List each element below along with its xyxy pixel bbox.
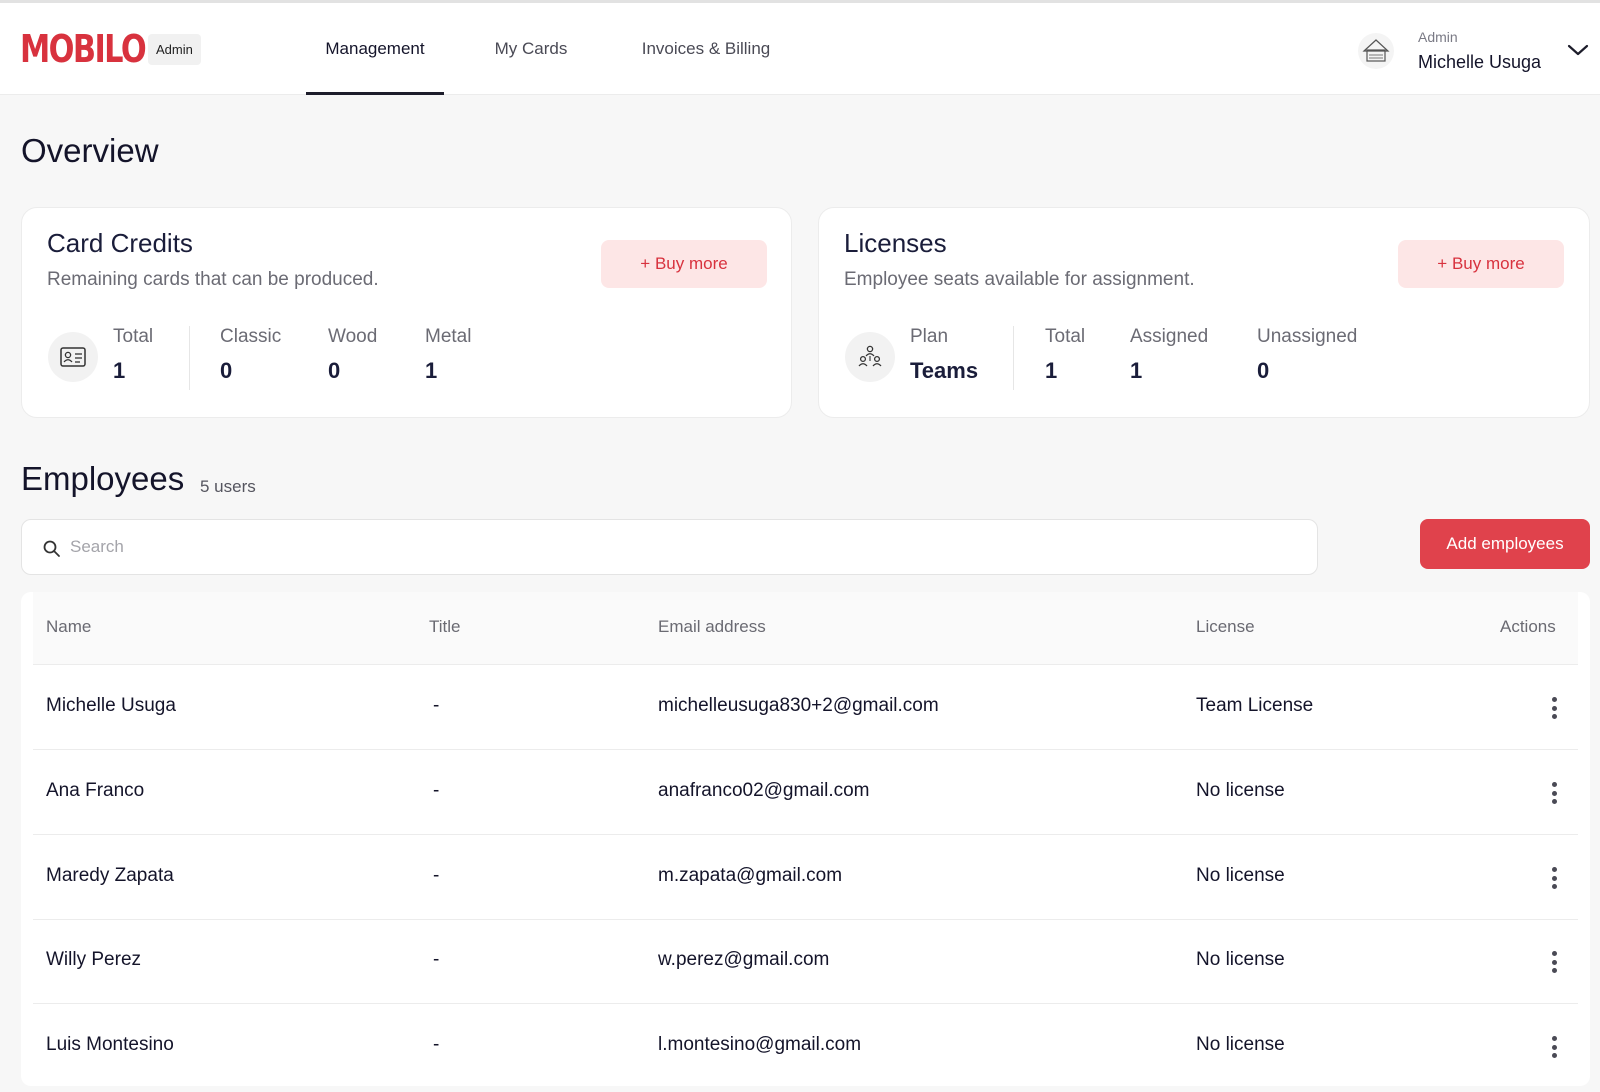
user-name[interactable]: Michelle Usuga [1418, 52, 1541, 73]
admin-badge: Admin [148, 34, 201, 65]
stat-license-total: Total 1 [1045, 326, 1085, 384]
table-row[interactable]: Michelle Usuga - michelleusuga830+2@gmai… [33, 665, 1578, 750]
stat-plan-label: Plan [910, 326, 949, 347]
stat-total-label: Total [113, 326, 154, 347]
search-box [21, 519, 1318, 575]
employee-license: Team License [1196, 695, 1314, 716]
tab-management[interactable]: Management [306, 3, 444, 95]
employees-table: Name Title Email address License Actions… [21, 592, 1590, 1086]
card-credits-subtitle: Remaining cards that can be produced. [47, 269, 379, 290]
employee-name: Michelle Usuga [46, 695, 176, 716]
tab-my-cards[interactable]: My Cards [482, 3, 580, 95]
stat-divider [189, 326, 190, 390]
stat-total-value: 1 [113, 358, 126, 383]
stat-assigned-value: 1 [1130, 358, 1143, 383]
mobilo-logo[interactable]: MOBILO [20, 27, 147, 71]
stat-wood: Wood 0 [328, 326, 377, 384]
employees-title: Employees [21, 460, 185, 497]
employee-name: Willy Perez [46, 949, 142, 970]
column-header-actions: Actions [1500, 617, 1556, 636]
card-credits-panel: Card Credits Remaining cards that can be… [21, 207, 792, 418]
stat-classic-label: Classic [220, 326, 282, 347]
table-row[interactable]: Maredy Zapata - m.zapata@gmail.com No li… [33, 835, 1578, 920]
employee-license: No license [1196, 1034, 1285, 1055]
add-employees-button[interactable]: Add employees [1420, 519, 1590, 569]
employee-email: l.montesino@gmail.com [658, 1034, 862, 1055]
column-header-title[interactable]: Title [429, 617, 461, 637]
more-actions-icon[interactable] [1546, 695, 1562, 721]
stat-metal-value: 1 [425, 358, 438, 383]
employee-license: No license [1196, 865, 1285, 886]
search-input[interactable] [70, 520, 1300, 574]
employee-email: m.zapata@gmail.com [658, 865, 843, 886]
stat-total: Total 1 [113, 326, 153, 384]
stat-wood-label: Wood [328, 326, 378, 347]
user-role: Admin [1418, 29, 1458, 45]
stat-unassigned-value: 0 [1257, 358, 1270, 383]
table-row[interactable]: Willy Perez - w.perez@gmail.com No licen… [33, 919, 1578, 1004]
employee-email: w.perez@gmail.com [658, 949, 830, 970]
more-actions-icon[interactable] [1546, 865, 1562, 891]
employee-name: Luis Montesino [46, 1034, 174, 1055]
stat-divider [1013, 326, 1014, 390]
employee-title: - [433, 780, 440, 801]
stat-plan: Plan Teams [910, 326, 978, 384]
employee-name: Ana Franco [46, 780, 145, 801]
stat-unassigned: Unassigned 0 [1257, 326, 1357, 384]
employees-count: 5 users [200, 477, 256, 496]
search-icon [43, 540, 60, 557]
employee-license: No license [1196, 949, 1285, 970]
stat-unassigned-label: Unassigned [1257, 326, 1358, 347]
column-header-license[interactable]: License [1196, 617, 1255, 637]
employee-license: No license [1196, 780, 1285, 801]
stat-plan-value: Teams [910, 358, 979, 383]
licenses-title: Licenses [844, 228, 947, 258]
stat-classic: Classic 0 [220, 326, 281, 384]
stat-classic-value: 0 [220, 358, 233, 383]
employee-title: - [433, 1034, 440, 1055]
top-nav-bar: MOBILO Admin Management My Cards Invoice… [0, 3, 1600, 95]
stat-metal: Metal 1 [425, 326, 471, 384]
employee-email: michelleusuga830+2@gmail.com [658, 695, 939, 716]
stat-wood-value: 0 [328, 358, 341, 383]
column-header-name[interactable]: Name [46, 617, 91, 637]
stat-metal-label: Metal [425, 326, 472, 347]
employee-title: - [433, 865, 440, 886]
tab-invoices-billing[interactable]: Invoices & Billing [628, 3, 784, 95]
stat-assigned: Assigned 1 [1130, 326, 1208, 384]
page-title: Overview [21, 132, 159, 169]
more-actions-icon[interactable] [1546, 780, 1562, 806]
buy-more-cards-button[interactable]: + Buy more [601, 240, 767, 288]
employee-name: Maredy Zapata [46, 865, 174, 886]
column-header-email[interactable]: Email address [658, 617, 766, 637]
employee-email: anafranco02@gmail.com [658, 780, 870, 801]
stat-license-total-value: 1 [1045, 358, 1058, 383]
table-header: Name Title Email address License Actions [33, 592, 1578, 665]
licenses-panel: Licenses Employee seats available for as… [818, 207, 1590, 418]
id-card-icon [48, 332, 98, 382]
card-credits-title: Card Credits [47, 228, 193, 258]
more-actions-icon[interactable] [1546, 1034, 1562, 1060]
more-actions-icon[interactable] [1546, 949, 1562, 975]
chevron-down-icon[interactable] [1567, 42, 1589, 58]
table-row[interactable]: Ana Franco - anafranco02@gmail.com No li… [33, 750, 1578, 835]
company-avatar[interactable] [1356, 31, 1396, 71]
team-icon [845, 332, 895, 382]
employee-title: - [433, 695, 440, 716]
table-row[interactable]: Luis Montesino - l.montesino@gmail.com N… [33, 1004, 1578, 1089]
stat-license-total-label: Total [1045, 326, 1086, 347]
buy-more-licenses-button[interactable]: + Buy more [1398, 240, 1564, 288]
stat-assigned-label: Assigned [1130, 326, 1209, 347]
employee-title: - [433, 949, 440, 970]
licenses-subtitle: Employee seats available for assignment. [844, 269, 1195, 290]
